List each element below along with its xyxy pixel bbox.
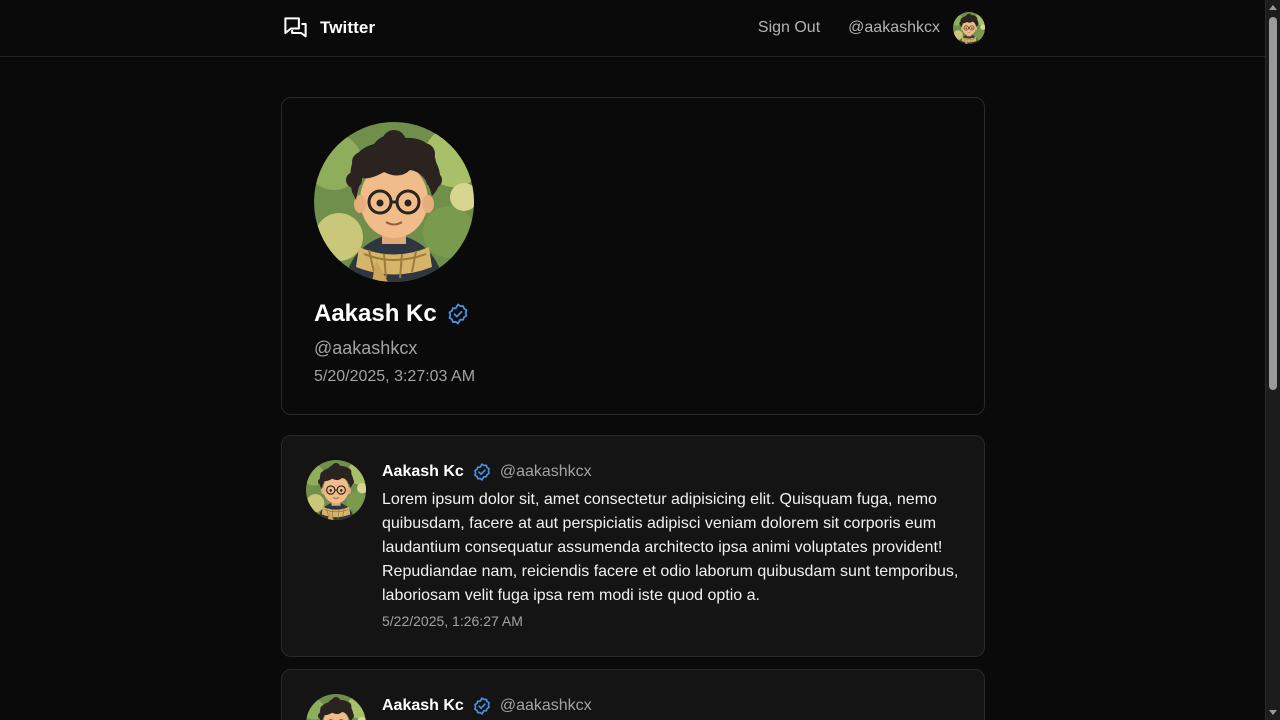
brand-link[interactable]: Twitter [282,14,375,42]
tweet-card[interactable]: Aakash Kc @aakashkcx Lorem ipsum dolor s… [281,435,985,657]
profile-name: Aakash Kc [314,300,437,327]
tweet-author-handle[interactable]: @aakashkcx [500,697,592,715]
chat-bubbles-icon [284,16,307,37]
tweet-header: Aakash Kc @aakashkcx [382,695,592,717]
tweet-card[interactable]: Aakash Kc @aakashkcx [281,669,985,720]
verified-badge-icon [473,463,490,481]
tweet-avatar[interactable] [306,460,366,520]
brand-name: Twitter [320,18,376,37]
verified-badge-icon [473,697,490,715]
tweet-author-name[interactable]: Aakash Kc [382,697,464,715]
page-scrollbar[interactable] [1265,0,1280,720]
tweet-author-handle[interactable]: @aakashkcx [500,463,592,481]
nav-user-handle[interactable]: @aakashkcx [848,19,940,37]
verified-badge-icon [448,303,468,325]
scroll-down-arrow-icon[interactable] [1269,710,1277,715]
sign-out-button[interactable]: Sign Out [758,19,820,37]
scroll-up-arrow-icon[interactable] [1269,5,1277,10]
profile-name-row: Aakash Kc [314,299,470,329]
profile-card: Aakash Kc @aakashkcx 5/20/2025, 3:27:03 … [281,97,985,415]
nav-user-area: Sign Out @aakashkcx [758,12,985,44]
profile-avatar [314,122,474,282]
profile-handle: @aakashkcx [314,338,418,358]
tweet-text: Lorem ipsum dolor sit, amet consectetur … [382,491,959,604]
tweet-timestamp: 5/22/2025, 1:26:27 AM [382,613,523,629]
scrollbar-thumb[interactable] [1269,17,1277,390]
top-navbar: Twitter Sign Out @aakashkcx [0,0,1265,57]
tweet-header: Aakash Kc @aakashkcx [382,461,592,483]
tweet-author-name[interactable]: Aakash Kc [382,463,464,481]
nav-avatar[interactable] [953,12,985,44]
profile-joined-date: 5/20/2025, 3:27:03 AM [314,368,476,385]
tweet-avatar[interactable] [306,694,366,720]
